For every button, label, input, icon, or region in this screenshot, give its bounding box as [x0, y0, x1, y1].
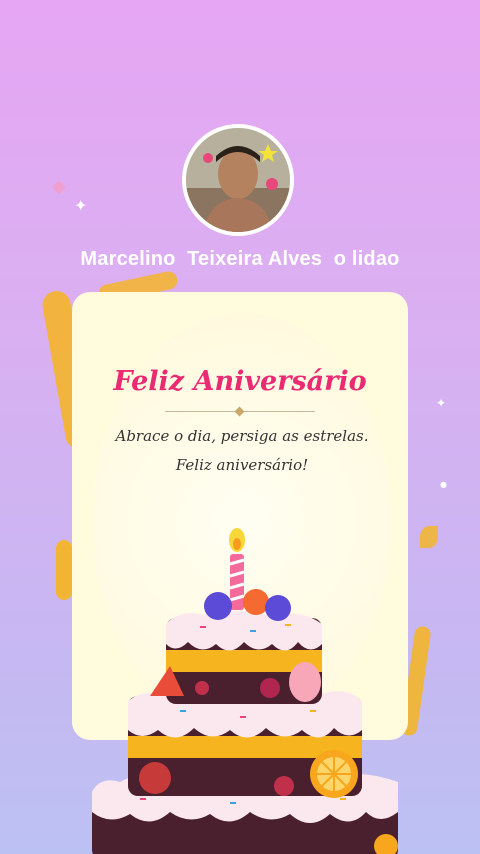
birthday-cake-icon [92, 528, 398, 854]
profile-name: Marcelino Teixeira Alves o lidao [80, 248, 400, 270]
card-message: Abrace o dia, persiga as estrelas. Feliz… [115, 427, 369, 474]
ribbon-decoration [420, 526, 438, 548]
profile-photo [186, 128, 290, 232]
sparkle-icon: ✦ [436, 396, 447, 410]
card-title: Feliz Aniversário [113, 366, 367, 397]
sparkle-icon: ◆ [52, 176, 66, 197]
sparkle-icon: ● [440, 480, 447, 489]
ribbon-decoration [56, 540, 72, 600]
sparkle-icon: ✦ [74, 196, 88, 215]
avatar [182, 124, 294, 236]
